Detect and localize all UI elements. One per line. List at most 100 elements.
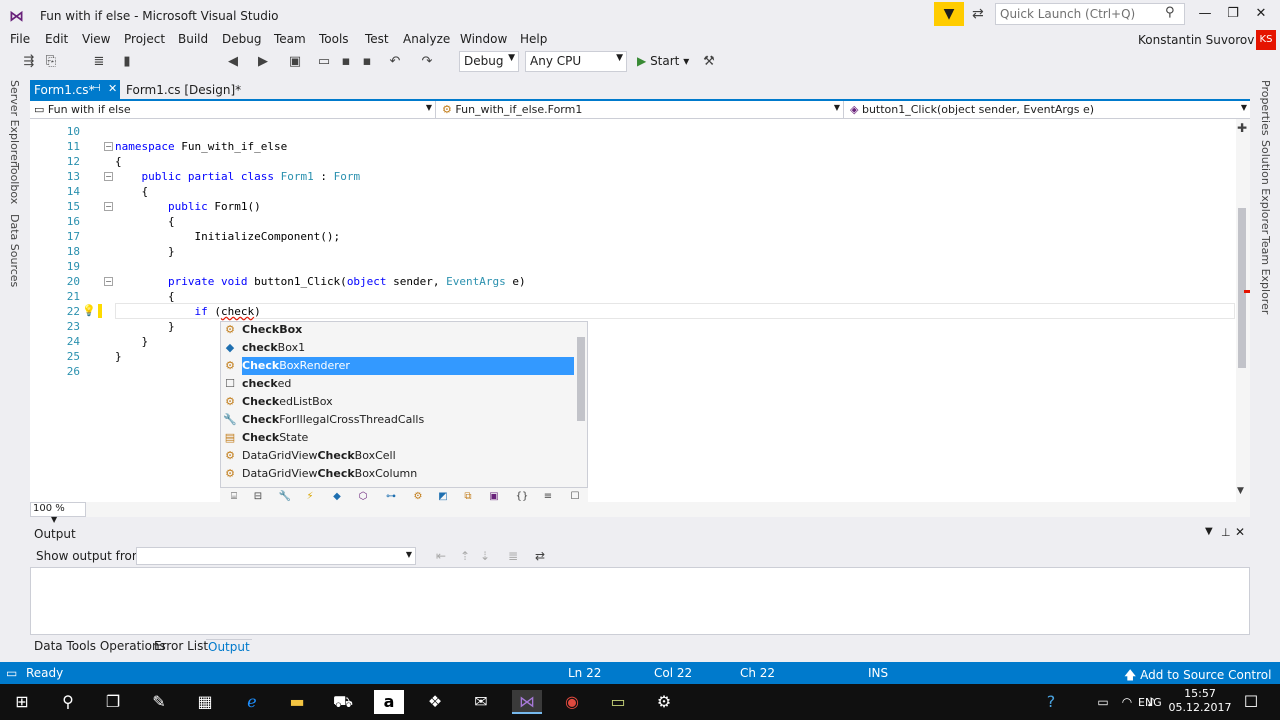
side-tab-properties[interactable]: Properties — [1259, 80, 1272, 136]
intellisense-item[interactable]: ▤ CheckState — [222, 429, 574, 447]
menu-window[interactable]: Window — [460, 32, 507, 46]
tab-error-list[interactable]: Error List — [154, 639, 208, 653]
notes-app-icon[interactable]: ▭ — [603, 690, 633, 714]
find-message-icon[interactable]: ⇤ — [436, 549, 446, 563]
word-wrap-icon[interactable]: ⇄ — [535, 549, 545, 563]
save-all-icon[interactable]: ▪ — [358, 54, 376, 69]
visual-studio-taskbar-icon[interactable]: ⋈ — [512, 690, 542, 714]
close-button[interactable]: ✕ — [1248, 4, 1274, 24]
format-icon[interactable]: ≣ — [90, 54, 108, 69]
calculator-icon[interactable]: ▦ — [190, 690, 220, 714]
tab-form1-cs[interactable]: Form1.cs* ⊣ ✕ — [30, 80, 120, 100]
prev-message-icon[interactable]: ⇡ — [460, 549, 470, 563]
class-dropdown[interactable]: ⚙ Fun_with_if_else.Form1 ▼ — [438, 101, 844, 119]
indent-icon[interactable]: ⇶ — [20, 54, 38, 69]
filter-snippet-icon[interactable]: {} — [515, 491, 529, 502]
menu-tools[interactable]: Tools — [319, 32, 349, 46]
system-clock[interactable]: 15:57 05.12.2017 — [1168, 687, 1232, 715]
menu-view[interactable]: View — [82, 32, 110, 46]
filter-keyword-icon[interactable]: ≡ — [541, 491, 555, 502]
forward-icon[interactable]: ▶ — [254, 54, 272, 69]
filter-method-icon[interactable]: ⬡ — [356, 491, 370, 502]
pin-icon[interactable]: ⊣ — [92, 83, 101, 94]
open-file-icon[interactable]: ▭ — [315, 54, 333, 69]
fold-toggle[interactable]: − — [104, 202, 113, 211]
menu-edit[interactable]: Edit — [45, 32, 68, 46]
intellisense-item[interactable]: ⚙ DataGridViewCheckBoxCell — [222, 447, 574, 465]
bookmark-icon[interactable]: ▮ — [118, 54, 136, 69]
intellisense-item[interactable]: ◆ checkBox1 — [222, 339, 574, 357]
undo-icon[interactable]: ↶ — [386, 54, 404, 69]
menu-help[interactable]: Help — [520, 32, 547, 46]
file-explorer-icon[interactable]: ▬ — [282, 690, 312, 714]
fold-toggle[interactable]: − — [104, 277, 113, 286]
task-view-icon[interactable]: ❐ — [98, 690, 128, 714]
maximize-button[interactable]: ❐ — [1220, 4, 1246, 24]
search-icon[interactable]: ⚲ — [1165, 5, 1175, 20]
mail-icon[interactable]: ✉ — [466, 690, 496, 714]
pin-icon[interactable]: ⊥ — [1221, 526, 1231, 539]
menu-project[interactable]: Project — [124, 32, 165, 46]
app-icon[interactable]: ⚙ — [649, 690, 679, 714]
intellisense-item[interactable]: ⚙ CheckedListBox — [222, 393, 574, 411]
amazon-icon[interactable]: a — [374, 690, 404, 714]
close-icon[interactable]: ✕ — [108, 82, 117, 95]
member-dropdown[interactable]: ◈ button1_Click(object sender, EventArgs… — [846, 101, 1250, 119]
save-icon[interactable]: ▪ — [337, 54, 355, 69]
clear-all-icon[interactable]: ≣ — [508, 549, 518, 563]
filter-enum-icon[interactable]: ⧉ — [461, 491, 475, 502]
notifications-filter-icon[interactable]: ▼ — [934, 2, 964, 26]
scrollbar-thumb[interactable] — [1238, 208, 1246, 368]
tab-form1-design[interactable]: Form1.cs [Design]* — [126, 83, 241, 97]
platform-select[interactable]: Any CPU ▼ — [525, 51, 627, 72]
split-icon[interactable]: ✚ — [1237, 121, 1247, 135]
menu-debug[interactable]: Debug — [222, 32, 261, 46]
menu-test[interactable]: Test — [365, 32, 389, 46]
back-icon[interactable]: ◀ — [224, 54, 242, 69]
minimize-button[interactable]: — — [1192, 4, 1218, 24]
user-name[interactable]: Konstantin Suvorov — [1138, 33, 1254, 47]
intellisense-item[interactable]: 🔧 CheckForIllegalCrossThreadCalls — [222, 411, 574, 429]
scroll-down-icon[interactable]: ▼ — [1237, 486, 1244, 496]
redo-icon[interactable]: ↷ — [418, 54, 436, 69]
help-icon[interactable]: ? — [1036, 690, 1066, 714]
start-button[interactable]: ▶ Start ▾ — [637, 54, 689, 68]
intellisense-item[interactable]: ⚙ DataGridViewCheckBoxColumn — [222, 465, 574, 483]
search-icon[interactable]: ⚲ — [53, 690, 83, 714]
intellisense-item[interactable]: ⚙ CheckBox — [222, 321, 574, 339]
side-tab-toolbox[interactable]: Toolbox — [8, 163, 21, 204]
windows-start-icon[interactable]: ⊞ — [7, 690, 37, 714]
attach-icon[interactable]: ⚒ — [700, 54, 718, 69]
dropdown-icon[interactable]: ▼ — [1205, 526, 1213, 537]
side-tab-team-explorer[interactable]: Team Explorer — [1259, 236, 1272, 314]
filter-event-icon[interactable]: ⚡ — [303, 491, 317, 502]
filter-namespace-icon[interactable]: ⌸ — [227, 491, 241, 502]
copy-icon[interactable]: ⎘ — [42, 54, 60, 69]
new-project-icon[interactable]: ▣ — [286, 54, 304, 69]
intellisense-scroll-thumb[interactable] — [577, 337, 585, 421]
close-icon[interactable]: ✕ — [1235, 525, 1245, 539]
side-tab-server-explorer[interactable]: Server Explorer — [8, 80, 21, 165]
filter-toggle-icon[interactable]: ☐ — [568, 491, 582, 502]
filter-delegate-icon[interactable]: ▣ — [487, 491, 501, 502]
edge-browser-icon[interactable]: ℯ — [237, 690, 267, 714]
paint-app-icon[interactable]: ✎ — [144, 690, 174, 714]
filter-field-icon[interactable]: ◆ — [330, 491, 344, 502]
chrome-icon[interactable]: ◉ — [557, 690, 587, 714]
feedback-icon[interactable]: ⇄ — [972, 6, 984, 22]
zoom-select[interactable]: 100 % ▼ — [30, 502, 86, 524]
filter-module-icon[interactable]: ⊟ — [251, 491, 265, 502]
menu-file[interactable]: File — [10, 32, 30, 46]
fold-toggle[interactable]: − — [104, 142, 113, 151]
menu-team[interactable]: Team — [274, 32, 306, 46]
output-text-area[interactable] — [30, 567, 1250, 635]
configuration-select[interactable]: Debug ▼ — [459, 51, 519, 72]
project-dropdown[interactable]: ▭ Fun with if else ▼ — [30, 101, 436, 119]
avatar[interactable]: KS — [1256, 30, 1276, 50]
intellisense-item[interactable]: ☐ checked — [222, 375, 574, 393]
lightbulb-icon[interactable]: 💡 — [82, 304, 96, 317]
store-icon[interactable]: ⛟ — [328, 690, 358, 714]
filter-interface-icon[interactable]: ⊶ — [384, 491, 398, 502]
filter-struct-icon[interactable]: ◩ — [436, 491, 450, 502]
dropbox-icon[interactable]: ❖ — [420, 690, 450, 714]
